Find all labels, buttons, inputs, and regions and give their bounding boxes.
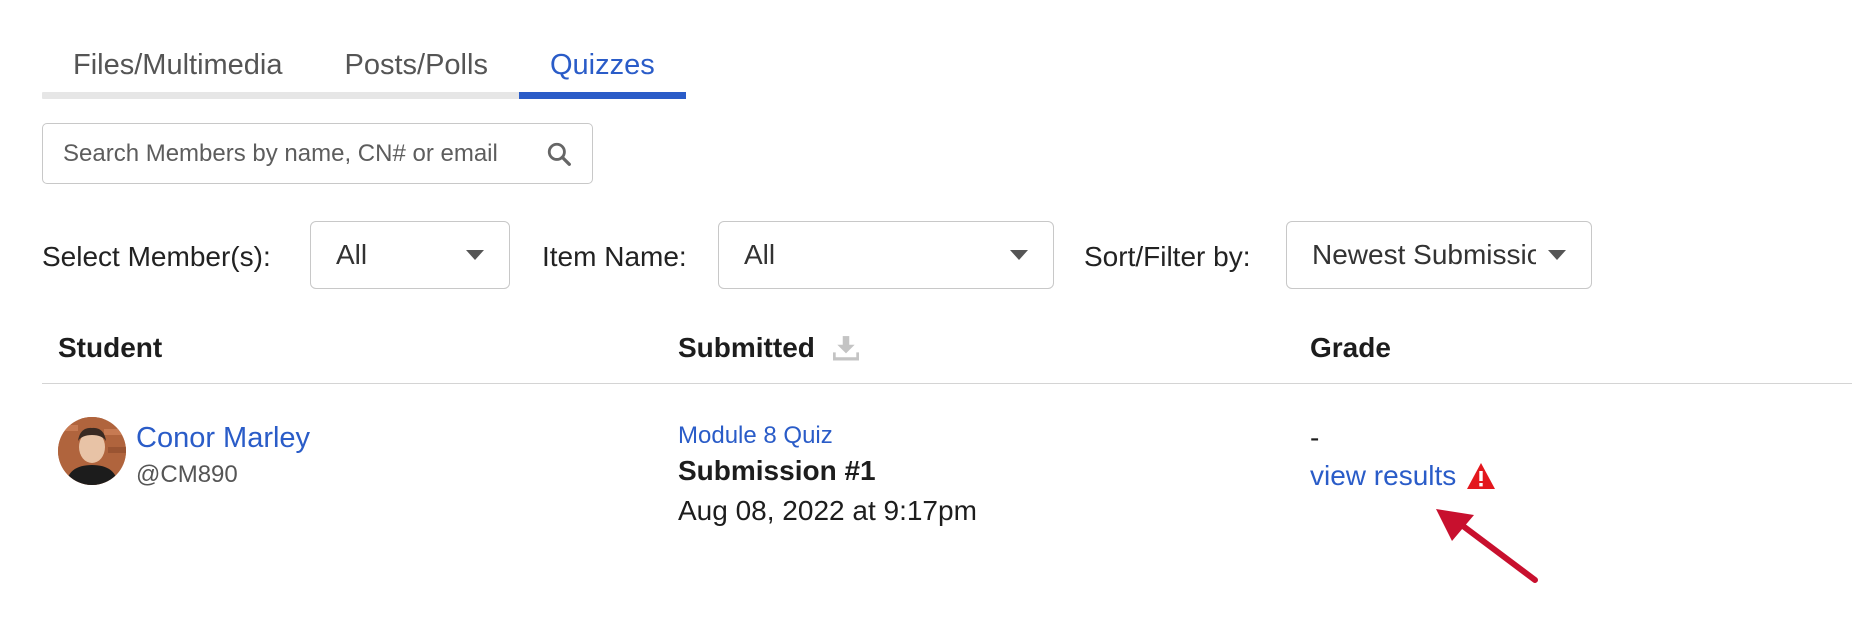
download-icon[interactable] xyxy=(832,335,859,361)
search-icon[interactable] xyxy=(546,141,572,167)
view-results-label: view results xyxy=(1310,460,1457,491)
table-row: Conor Marley @CM890 Module 8 Quiz Submis… xyxy=(42,400,1852,560)
chevron-down-icon xyxy=(1010,250,1028,260)
table-header: Student Submitted Grade xyxy=(42,320,1852,384)
member-select-value: All xyxy=(336,239,368,270)
select-member-label: Select Member(s): xyxy=(42,241,271,272)
student-name-link[interactable]: Conor Marley xyxy=(136,422,310,455)
submission-date: Aug 08, 2022 at 9:17pm xyxy=(678,495,977,526)
annotation-arrow xyxy=(1436,509,1538,583)
tab-posts-polls[interactable]: Posts/Polls xyxy=(314,40,519,99)
column-header-grade: Grade xyxy=(1310,332,1391,363)
item-name-label: Item Name: xyxy=(542,241,687,272)
column-header-student: Student xyxy=(58,332,163,363)
grade-value: - xyxy=(1310,422,1320,453)
column-header-submitted: Submitted xyxy=(678,332,859,364)
quiz-name-link[interactable]: Module 8 Quiz xyxy=(678,422,833,450)
submission-number: Submission #1 xyxy=(678,455,876,486)
sort-filter-select-value: Newest Submission xyxy=(1312,239,1536,270)
chevron-down-icon xyxy=(466,250,484,260)
student-handle: @CM890 xyxy=(136,461,238,488)
avatar[interactable] xyxy=(58,417,126,485)
member-select[interactable]: All xyxy=(310,221,510,289)
tab-quizzes[interactable]: Quizzes xyxy=(518,40,686,99)
member-search xyxy=(42,123,593,184)
sort-filter-label: Sort/Filter by: xyxy=(1084,241,1251,272)
tab-bar: Files/Multimedia Posts/Polls Quizzes xyxy=(42,40,686,100)
search-input[interactable] xyxy=(63,139,546,168)
tab-files-multimedia[interactable]: Files/Multimedia xyxy=(42,40,314,99)
sort-filter-select[interactable]: Newest Submission xyxy=(1286,221,1592,289)
item-name-select[interactable]: All xyxy=(718,221,1054,289)
warning-icon xyxy=(1467,463,1496,489)
view-results-link[interactable]: view results xyxy=(1310,460,1496,492)
chevron-down-icon xyxy=(1548,250,1566,260)
avatar-photo xyxy=(58,417,126,485)
item-name-select-value: All xyxy=(744,239,776,270)
